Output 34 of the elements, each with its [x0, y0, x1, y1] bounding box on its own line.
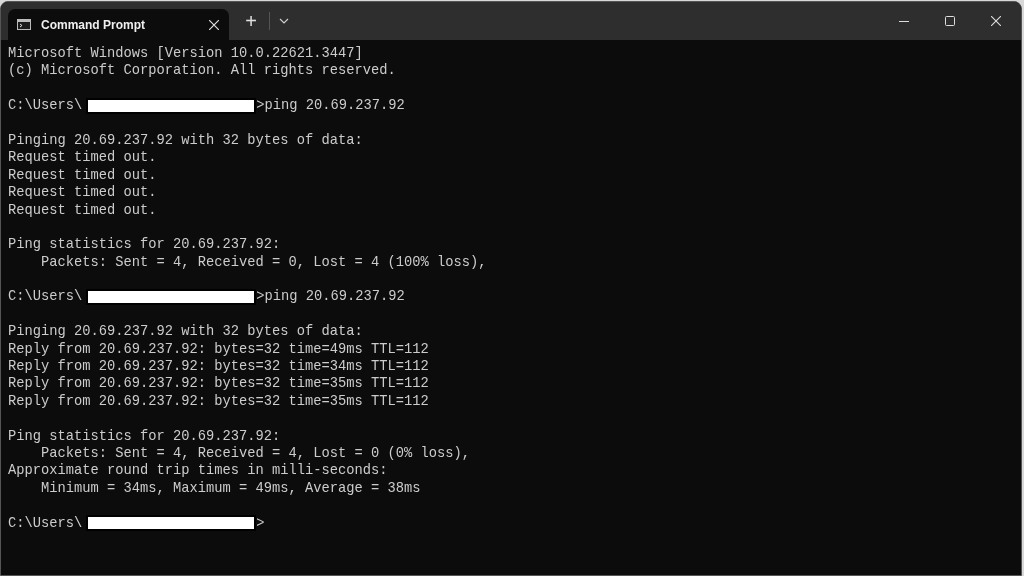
- output-line: Ping statistics for 20.69.237.92:: [8, 427, 281, 445]
- close-icon: [991, 16, 1001, 26]
- maximize-icon: [945, 16, 955, 26]
- prompt-path: C:\Users\: [8, 288, 83, 306]
- output-line: Reply from 20.69.237.92: bytes=32 time=49ms TTL=112: [8, 340, 429, 359]
- output-line: Request timed out.: [8, 201, 157, 219]
- tab-close-button[interactable]: [209, 19, 219, 30]
- output-line: (c) Microsoft Corporation. All rights reserved.: [8, 62, 396, 80]
- output-line: Packets: Sent = 4, Received = 4, Lost = 0 (0% loss),: [40, 445, 471, 463]
- tab-title: Command Prompt: [41, 16, 146, 34]
- output-line: Request timed out.: [8, 149, 157, 167]
- output-line: Reply from 20.69.237.92: bytes=32 time=35ms TTL=112: [8, 375, 429, 393]
- output-line: Reply from 20.69.237.92: bytes=32 time=35ms TTL=112: [8, 392, 429, 411]
- output-line: Reply from 20.69.237.92: bytes=32 time=34ms TTL=112: [8, 358, 429, 376]
- command-text: >: [256, 514, 265, 532]
- output-line: Pinging 20.69.237.92 with 32 bytes of data:: [8, 323, 363, 341]
- terminal-icon: [17, 19, 31, 30]
- terminal-tab[interactable]: Command Prompt: [8, 9, 229, 40]
- output-line: Pinging 20.69.237.92 with 32 bytes of data:: [8, 131, 363, 150]
- new-tab-button[interactable]: +: [233, 7, 269, 35]
- chevron-down-icon: [279, 18, 289, 24]
- output-line: Minimum = 34ms, Maximum = 49ms, Average = 38ms: [40, 479, 421, 498]
- command-text: >ping 20.69.237.92: [256, 288, 405, 306]
- output-line: Request timed out.: [8, 184, 157, 202]
- prompt-path: C:\Users\: [8, 97, 83, 115]
- output-line: Ping statistics for 20.69.237.92:: [8, 236, 281, 254]
- close-icon: [209, 19, 219, 30]
- output-line: Approximate round trip times in milli-seconds:: [8, 462, 388, 480]
- output-line: Packets: Sent = 4, Received = 0, Lost = 4 (100% loss),: [40, 253, 487, 272]
- output-line: Request timed out.: [8, 166, 157, 185]
- output-line: Microsoft Windows [Version 10.0.22621.3447]: [8, 45, 363, 63]
- command-text: >ping 20.69.237.92: [256, 97, 405, 115]
- prompt-path: C:\Users\: [8, 514, 83, 532]
- minimize-icon: [899, 20, 909, 22]
